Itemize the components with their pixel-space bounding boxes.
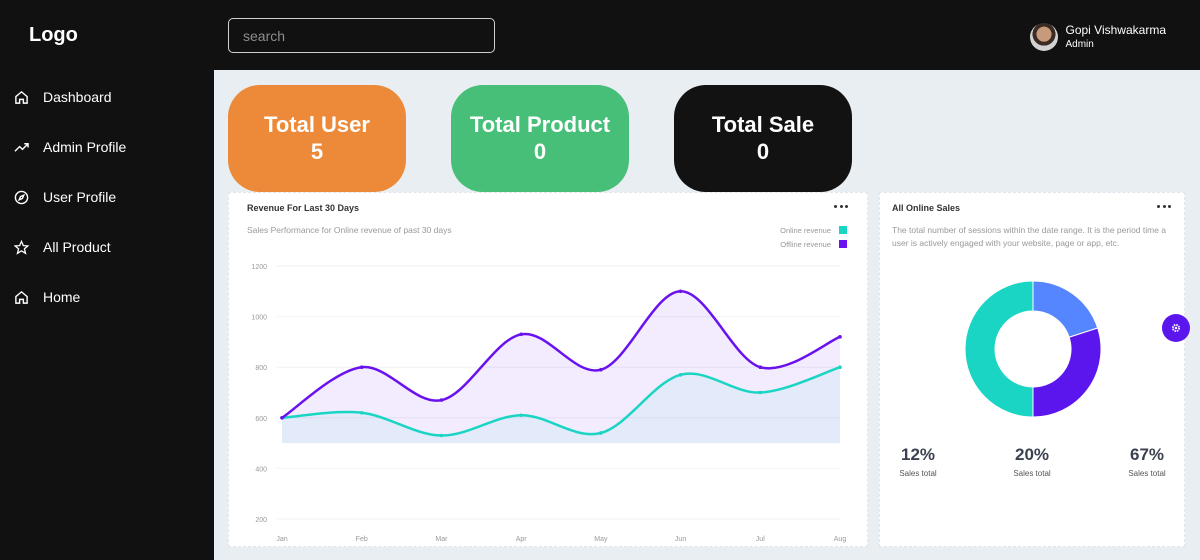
search-input[interactable] bbox=[228, 18, 495, 53]
y-tick-label: 600 bbox=[255, 416, 267, 423]
stat-label: Sales total bbox=[1128, 469, 1166, 478]
card-value: 0 bbox=[533, 138, 547, 164]
x-tick-label: Jun bbox=[675, 536, 686, 543]
revenue-panel: Revenue For Last 30 Days Sales Performan… bbox=[228, 192, 868, 547]
x-tick-label: Feb bbox=[356, 536, 368, 543]
card-title: Total Sale bbox=[711, 111, 815, 137]
donut-slice[interactable] bbox=[1032, 327, 1102, 418]
x-tick-label: Aug bbox=[834, 536, 847, 543]
total-product-card[interactable]: Total Product 0 bbox=[451, 85, 629, 192]
y-tick-label: 1200 bbox=[251, 264, 267, 271]
sidebar-item-home[interactable]: Home bbox=[14, 286, 80, 308]
sales-panel-title: All Online Sales bbox=[892, 203, 961, 213]
data-point[interactable] bbox=[280, 416, 284, 420]
data-point[interactable] bbox=[758, 365, 763, 369]
sidebar-item-label: Admin Profile bbox=[43, 139, 127, 155]
sales-panel-description: The total number of sessions within the … bbox=[892, 225, 1167, 248]
trending-up-icon bbox=[14, 142, 29, 152]
data-point[interactable] bbox=[359, 410, 364, 415]
total-sale-card[interactable]: Total Sale 0 bbox=[674, 85, 852, 192]
card-value: 5 bbox=[310, 138, 324, 164]
home-icon bbox=[15, 290, 28, 304]
stat-value: 12% bbox=[900, 445, 936, 464]
y-tick-label: 400 bbox=[255, 466, 267, 473]
more-options-icon[interactable] bbox=[1157, 201, 1171, 211]
sidebar-item-label: Dashboard bbox=[43, 89, 112, 105]
user-name: Gopi Vishwakarma bbox=[1065, 22, 1167, 37]
online-sales-donut-chart bbox=[964, 280, 1102, 418]
x-tick-label: May bbox=[594, 536, 608, 543]
star-icon bbox=[14, 239, 29, 255]
sidebar-item-label: Home bbox=[43, 289, 81, 305]
data-point[interactable] bbox=[439, 398, 444, 402]
y-tick-label: 1000 bbox=[251, 315, 267, 322]
data-point[interactable] bbox=[439, 433, 444, 438]
compass-icon bbox=[14, 190, 29, 204]
logo[interactable]: Logo bbox=[29, 24, 78, 47]
data-point[interactable] bbox=[678, 372, 683, 377]
stat-label: Sales total bbox=[899, 469, 937, 478]
data-point[interactable] bbox=[359, 365, 364, 369]
sales-stat: 12% Sales total bbox=[888, 445, 948, 478]
stat-value: 67% bbox=[1129, 445, 1165, 464]
stat-value: 20% bbox=[1014, 445, 1050, 464]
sales-stat: 67% Sales total bbox=[1117, 445, 1177, 478]
donut-slice[interactable] bbox=[1032, 280, 1099, 338]
data-point[interactable] bbox=[838, 335, 842, 339]
total-user-card[interactable]: Total User 5 bbox=[228, 85, 406, 192]
card-value: 0 bbox=[756, 138, 770, 164]
sidebar-item-label: All Product bbox=[43, 239, 111, 255]
user-menu[interactable]: Gopi Vishwakarma Admin bbox=[1029, 20, 1167, 54]
card-title: Total Product bbox=[469, 111, 611, 137]
gear-icon bbox=[1171, 323, 1181, 333]
top-bar: Logo Gopi Vishwakarma Admin bbox=[0, 0, 1200, 70]
y-tick-label: 200 bbox=[255, 517, 267, 524]
sidebar-item-dashboard[interactable]: Dashboard bbox=[14, 86, 112, 108]
home-icon bbox=[15, 90, 28, 104]
revenue-line-chart: 200 400 600 800 1000 1200 Jan Feb Mar Apr May Jun Ju… bbox=[251, 264, 847, 543]
user-role: Admin bbox=[1065, 38, 1094, 50]
data-point[interactable] bbox=[678, 289, 683, 294]
data-point[interactable] bbox=[599, 367, 603, 372]
avatar[interactable] bbox=[1029, 23, 1058, 51]
data-point[interactable] bbox=[758, 390, 763, 395]
data-point[interactable] bbox=[519, 413, 523, 418]
x-tick-label: Apr bbox=[516, 536, 528, 543]
stat-label: Sales total bbox=[1013, 469, 1051, 478]
x-tick-label: Jul bbox=[756, 536, 765, 543]
card-title: Total User bbox=[264, 111, 370, 137]
x-tick-label: Jan bbox=[276, 536, 287, 543]
sidebar-item-all-product[interactable]: All Product bbox=[14, 236, 111, 258]
sidebar: Dashboard Admin Profile User Profile All… bbox=[0, 70, 214, 560]
data-point[interactable] bbox=[838, 365, 842, 369]
settings-button[interactable] bbox=[1162, 314, 1190, 342]
data-point[interactable] bbox=[519, 332, 523, 337]
x-tick-label: Mar bbox=[435, 536, 448, 543]
sidebar-item-admin-profile[interactable]: Admin Profile bbox=[14, 136, 126, 158]
sales-stat: 20% Sales total bbox=[1002, 445, 1062, 478]
y-tick-label: 800 bbox=[255, 365, 267, 372]
user-info: Gopi Vishwakarma Admin bbox=[1066, 23, 1167, 52]
sidebar-item-label: User Profile bbox=[43, 189, 117, 205]
online-sales-panel: All Online Sales The total number of ses… bbox=[879, 192, 1185, 547]
donut-slice[interactable] bbox=[964, 280, 1034, 418]
sidebar-item-user-profile[interactable]: User Profile bbox=[14, 186, 116, 208]
data-point[interactable] bbox=[599, 431, 603, 435]
